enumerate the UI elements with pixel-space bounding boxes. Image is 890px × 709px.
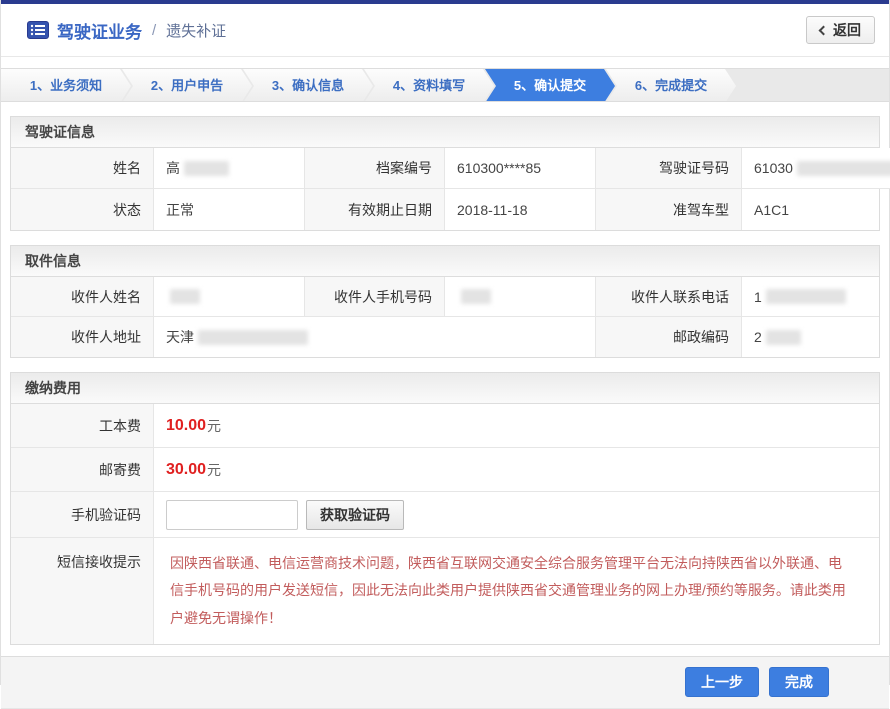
recipient-address-value: 天津 [154, 317, 596, 357]
back-button[interactable]: 返回 [806, 16, 875, 44]
main-content: 驾驶证信息 姓名 高 档案编号 610300****85 驾驶证号码 61030… [1, 116, 889, 645]
breadcrumb: 驾驶证业务 / 遗失补证 [27, 18, 806, 43]
expiry-label: 有效期止日期 [305, 189, 445, 230]
step-6-complete-submit[interactable]: 6、完成提交 [606, 69, 736, 102]
sms-code-label: 手机验证码 [11, 492, 154, 538]
mailing-fee-label: 邮寄费 [11, 448, 154, 492]
status-label: 状态 [11, 189, 154, 230]
license-section-title: 驾驶证信息 [11, 117, 879, 148]
sms-notice-label: 短信接收提示 [11, 538, 154, 644]
license-info-section: 驾驶证信息 姓名 高 档案编号 610300****85 驾驶证号码 61030… [10, 116, 880, 231]
recipient-mobile-label: 收件人手机号码 [305, 277, 445, 317]
postal-code-value: 2 [742, 317, 879, 357]
redacted-value [184, 161, 229, 176]
production-fee-label: 工本费 [11, 404, 154, 448]
back-button-label: 返回 [833, 20, 861, 40]
redacted-value [766, 289, 846, 304]
step-1-business-notice[interactable]: 1、业务须知 [1, 69, 131, 102]
page-subtitle: 遗失补证 [166, 20, 226, 41]
name-value: 高 [154, 148, 305, 189]
step-3-confirm-info[interactable]: 3、确认信息 [243, 69, 373, 102]
license-no-value: 61030 [742, 148, 890, 189]
step-2-user-declaration[interactable]: 2、用户申告 [122, 69, 252, 102]
vehicle-class-label: 准驾车型 [596, 189, 742, 230]
expiry-value: 2018-11-18 [445, 189, 596, 230]
redacted-value [198, 330, 308, 345]
recipient-address-label: 收件人地址 [11, 317, 154, 357]
postal-code-label: 邮政编码 [596, 317, 742, 357]
step-5-confirm-submit[interactable]: 5、确认提交 [485, 69, 615, 102]
fee-unit: 元 [207, 416, 221, 436]
fees-section: 缴纳费用 工本费 10.00元 邮寄费 30.00元 手机验证码 获取验证码 短… [10, 372, 880, 645]
recipient-mobile-value [445, 277, 596, 317]
redacted-value [797, 161, 890, 176]
page-title: 驾驶证业务 [57, 18, 142, 43]
step-wizard: 1、业务须知 2、用户申告 3、确认信息 4、资料填写 5、确认提交 6、完成提… [1, 68, 889, 102]
vehicle-class-value: A1C1 [742, 189, 879, 230]
mailing-fee-value: 30.00元 [154, 448, 879, 492]
previous-step-button[interactable]: 上一步 [685, 667, 759, 697]
recipient-phone-value: 1 [742, 277, 879, 317]
redacted-value [170, 289, 200, 304]
step-4-fill-data[interactable]: 4、资料填写 [364, 69, 494, 102]
file-no-value: 610300****85 [445, 148, 596, 189]
pickup-section-title: 取件信息 [11, 246, 879, 277]
redacted-value [766, 330, 801, 345]
recipient-name-label: 收件人姓名 [11, 277, 154, 317]
sms-code-input[interactable] [166, 500, 298, 530]
fees-section-title: 缴纳费用 [11, 373, 879, 404]
get-code-button[interactable]: 获取验证码 [306, 500, 404, 530]
chevron-left-icon [819, 26, 829, 36]
file-no-label: 档案编号 [305, 148, 445, 189]
finish-button[interactable]: 完成 [769, 667, 829, 697]
fee-unit: 元 [207, 460, 221, 480]
recipient-phone-label: 收件人联系电话 [596, 277, 742, 317]
name-label: 姓名 [11, 148, 154, 189]
sms-notice-text: 因陕西省联通、电信运营商技术问题，陕西省互联网交通安全综合服务管理平台无法向持陕… [170, 550, 851, 632]
license-no-label: 驾驶证号码 [596, 148, 742, 189]
sms-notice-cell: 因陕西省联通、电信运营商技术问题，陕西省互联网交通安全综合服务管理平台无法向持陕… [154, 538, 879, 644]
list-icon [27, 21, 49, 39]
pickup-info-section: 取件信息 收件人姓名 收件人手机号码 收件人联系电话 1 收件人地址 天津 邮政… [10, 245, 880, 358]
recipient-name-value [154, 277, 305, 317]
page-header: 驾驶证业务 / 遗失补证 返回 [1, 4, 889, 57]
redacted-value [461, 289, 491, 304]
footer-bar: 上一步 完成 [1, 656, 889, 709]
production-fee-value: 10.00元 [154, 404, 879, 448]
sms-code-row: 获取验证码 [154, 492, 879, 538]
status-value: 正常 [154, 189, 305, 230]
title-separator: / [152, 22, 156, 39]
